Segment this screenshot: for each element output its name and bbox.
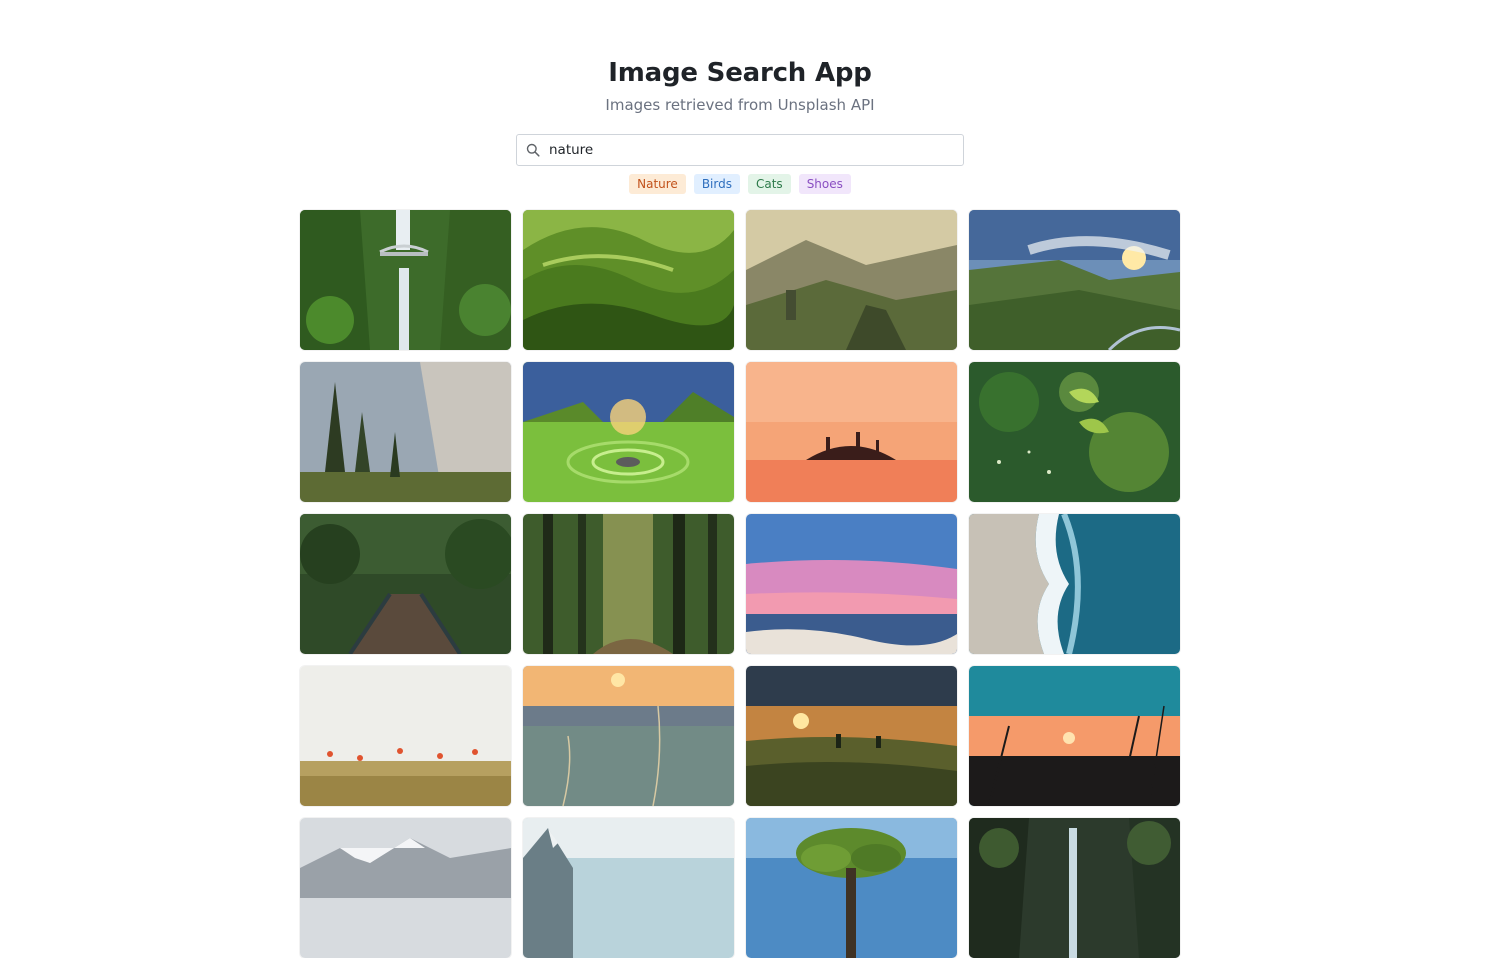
image-card[interactable] bbox=[969, 210, 1180, 350]
page-title: Image Search App bbox=[608, 58, 872, 88]
photo-waterfall-bridge bbox=[300, 210, 511, 350]
image-card[interactable] bbox=[300, 514, 511, 654]
photo-spiral-meadow bbox=[523, 362, 734, 502]
page-subtitle: Images retrieved from Unsplash API bbox=[605, 96, 875, 114]
photo-pink-ocean-sunset bbox=[746, 514, 957, 654]
photo-aerial-wave bbox=[969, 514, 1180, 654]
photo-misty-valley bbox=[746, 210, 957, 350]
image-card[interactable] bbox=[746, 362, 957, 502]
image-card[interactable] bbox=[746, 514, 957, 654]
image-card[interactable] bbox=[969, 514, 1180, 654]
photo-cliff-sunset bbox=[969, 210, 1180, 350]
photo-meadow-sunrise bbox=[746, 666, 957, 806]
image-grid bbox=[300, 210, 1180, 958]
image-card[interactable] bbox=[969, 818, 1180, 958]
tag-cats[interactable]: Cats bbox=[747, 174, 791, 194]
image-card[interactable] bbox=[523, 514, 734, 654]
image-card[interactable] bbox=[746, 818, 957, 958]
image-card[interactable] bbox=[746, 210, 957, 350]
image-card[interactable] bbox=[300, 818, 511, 958]
search-icon bbox=[526, 143, 540, 157]
tag-list: Nature Birds Cats Shoes bbox=[0, 174, 1480, 194]
search-box[interactable] bbox=[516, 134, 964, 166]
photo-forest-footbridge bbox=[300, 514, 511, 654]
image-card[interactable] bbox=[969, 666, 1180, 806]
image-card[interactable] bbox=[300, 362, 511, 502]
photo-poppy-field bbox=[300, 666, 511, 806]
image-card[interactable] bbox=[523, 666, 734, 806]
image-card[interactable] bbox=[523, 362, 734, 502]
tag-birds[interactable]: Birds bbox=[693, 174, 740, 194]
photo-sunlit-forest bbox=[523, 514, 734, 654]
photo-granite-cliff-pines bbox=[300, 362, 511, 502]
image-card[interactable] bbox=[746, 666, 957, 806]
image-card[interactable] bbox=[300, 210, 511, 350]
photo-snowy-peaks bbox=[300, 818, 511, 958]
photo-green-hills bbox=[523, 210, 734, 350]
photo-grass-sunrise bbox=[523, 666, 734, 806]
tag-nature[interactable]: Nature bbox=[629, 174, 686, 194]
image-card[interactable] bbox=[969, 362, 1180, 502]
image-card[interactable] bbox=[300, 666, 511, 806]
image-card[interactable] bbox=[523, 210, 734, 350]
search-input[interactable] bbox=[549, 139, 949, 161]
photo-leaf-bokeh bbox=[969, 362, 1180, 502]
photo-mountain-sky bbox=[523, 818, 734, 958]
photo-sunset-island-lake bbox=[746, 362, 957, 502]
tag-shoes[interactable]: Shoes bbox=[798, 174, 851, 194]
image-card[interactable] bbox=[523, 818, 734, 958]
photo-forest-waterfall bbox=[969, 818, 1180, 958]
photo-lone-tree bbox=[746, 818, 957, 958]
photo-silhouette-sunset bbox=[969, 666, 1180, 806]
